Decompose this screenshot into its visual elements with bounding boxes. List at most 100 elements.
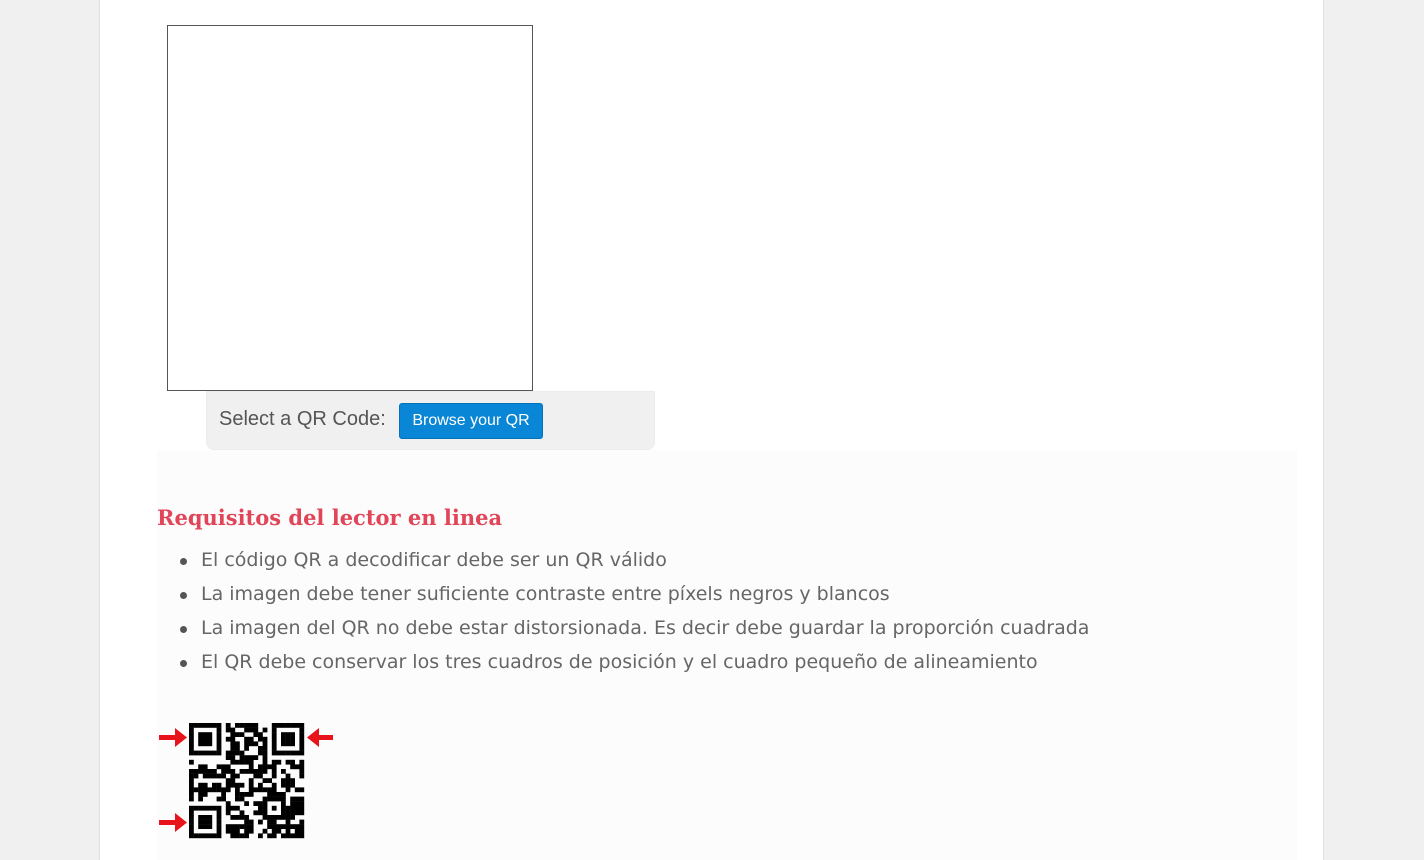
qr-module: [271, 824, 277, 829]
qr-module: [189, 792, 194, 797]
qr-module: [262, 801, 268, 806]
qr-module: [235, 805, 240, 811]
qr-module: [299, 801, 305, 806]
qr-module: [225, 755, 231, 760]
qr-module: [235, 732, 240, 737]
qr-module: [235, 741, 240, 747]
qr-module: [276, 824, 282, 829]
qr-module: [262, 787, 268, 793]
qr-module: [299, 732, 305, 737]
qr-module: [290, 833, 295, 839]
qr-module: [281, 782, 286, 788]
qr-module: [189, 759, 194, 765]
qr-module: [258, 787, 263, 793]
qr-module: [216, 746, 222, 751]
qr-module: [248, 764, 254, 770]
qr-module: [299, 723, 305, 728]
qr-module: [225, 805, 231, 811]
qr-module: [262, 815, 268, 820]
qr-module: [239, 792, 245, 797]
qr-module: [202, 815, 208, 820]
qr-module: [189, 750, 194, 756]
qr-module: [189, 723, 194, 728]
qr-module: [202, 723, 208, 728]
qr-module: [198, 764, 203, 770]
qr-module: [262, 796, 268, 802]
qr-module: [216, 723, 222, 728]
qr-module: [216, 787, 222, 793]
qr-module: [189, 805, 194, 811]
qr-module: [253, 810, 259, 816]
qr-module: [258, 819, 263, 825]
qr-module: [198, 750, 203, 756]
browse-qr-button[interactable]: Browse your QR: [399, 403, 543, 439]
qr-module: [189, 741, 194, 747]
qr-module: [267, 792, 272, 797]
qr-module: [189, 746, 194, 751]
qr-module: [271, 828, 277, 834]
qr-module: [248, 828, 254, 834]
qr-module: [244, 736, 249, 742]
qr-module: [216, 736, 222, 742]
qr-module: [253, 755, 259, 760]
qr-module: [212, 787, 217, 793]
qr-select-bar: Select a QR Code: Browse your QR: [206, 391, 655, 450]
qr-module: [221, 773, 226, 779]
qr-module: [267, 796, 272, 802]
qr-module: [258, 736, 263, 742]
qr-module: [230, 755, 236, 760]
qr-module: [258, 732, 263, 737]
qr-module: [189, 810, 194, 816]
qr-module: [262, 741, 268, 747]
qr-module: [216, 828, 222, 834]
qr-module: [271, 796, 277, 802]
qr-module: [207, 824, 213, 829]
qr-module: [262, 727, 268, 733]
qr-module: [262, 769, 268, 774]
qr-module: [221, 796, 226, 802]
qr-module: [230, 815, 236, 820]
qr-module: [230, 773, 236, 779]
qr-module: [207, 769, 213, 774]
qr-module: [244, 833, 249, 839]
qr-module: [239, 782, 245, 788]
qr-module: [225, 736, 231, 742]
qr-module: [290, 723, 295, 728]
qr-module: [235, 746, 240, 751]
qr-module: [207, 750, 213, 756]
qr-module: [225, 727, 231, 733]
qr-module: [216, 815, 222, 820]
qr-module: [235, 782, 240, 788]
qr-module: [271, 782, 277, 788]
qr-module: [258, 833, 263, 839]
qr-module: [276, 828, 282, 834]
qr-module: [202, 819, 208, 825]
qr-module: [189, 778, 194, 783]
qr-module: [290, 824, 295, 829]
qr-module: [235, 824, 240, 829]
qr-module: [216, 727, 222, 733]
qr-module: [216, 782, 222, 788]
qr-module: [299, 796, 305, 802]
qr-module: [248, 741, 254, 747]
requirements-title: Requisitos del lector en linea: [157, 505, 503, 530]
qr-module: [271, 736, 277, 742]
qr-module: [212, 782, 217, 788]
qr-module: [271, 787, 277, 793]
qr-module: [225, 828, 231, 834]
qr-module: [230, 732, 236, 737]
qr-module: [239, 750, 245, 756]
qr-module: [258, 769, 263, 774]
qr-module: [294, 833, 300, 839]
qr-module: [294, 824, 300, 829]
qr-module: [271, 750, 277, 756]
qr-module: [235, 723, 240, 728]
qr-module: [267, 833, 272, 839]
qr-module: [216, 805, 222, 811]
qr-module: [276, 759, 282, 765]
qr-module: [285, 819, 291, 825]
qr-code-icon: [189, 723, 305, 839]
qr-module: [285, 787, 291, 793]
qr-module: [276, 750, 282, 756]
qr-module: [299, 759, 305, 765]
